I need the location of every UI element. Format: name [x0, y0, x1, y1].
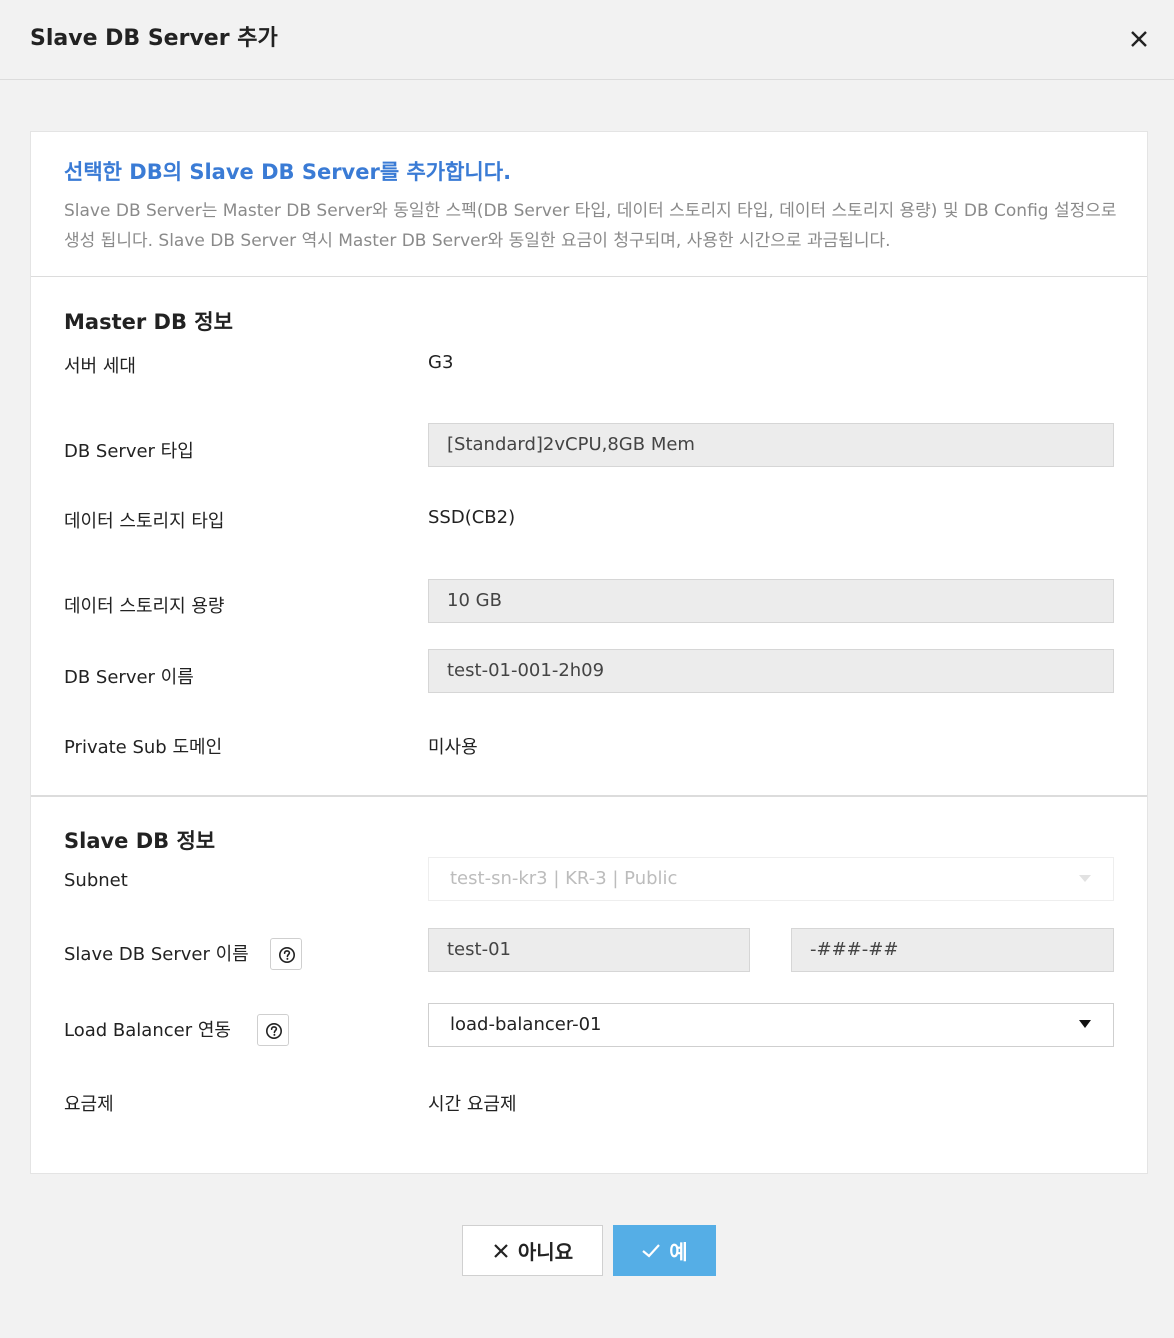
dialog-header: Slave DB Server 추가	[0, 0, 1174, 80]
storage-size-label: 데이터 스토리지 용량	[64, 596, 225, 617]
lb-help-button[interactable]	[257, 1014, 289, 1046]
check-icon	[642, 1243, 661, 1258]
slave-name-label: Slave DB Server 이름	[64, 944, 249, 965]
slave-name-prefix-field: test-01	[428, 928, 750, 972]
chevron-down-icon	[1079, 875, 1091, 882]
master-section-title: Master DB 정보	[64, 310, 233, 334]
subnet-select-value: test-sn-kr3 | KR-3 | Public	[450, 868, 678, 889]
intro-title: 선택한 DB의 Slave DB Server를 추가합니다.	[64, 160, 512, 184]
storage-type-value: SSD(CB2)	[428, 507, 516, 528]
section-divider	[31, 795, 1147, 797]
lb-select-value: load-balancer-01	[450, 1014, 602, 1035]
close-icon	[1131, 31, 1147, 47]
slave-name-suffix-field: -###-##	[791, 928, 1114, 972]
storage-type-label: 데이터 스토리지 타입	[64, 511, 225, 532]
pricing-value: 시간 요금제	[428, 1094, 517, 1115]
pricing-label: 요금제	[64, 1094, 114, 1115]
server-name-field: test-01-001-2h09	[428, 649, 1114, 693]
server-type-label: DB Server 타입	[64, 441, 194, 462]
close-icon	[494, 1243, 508, 1258]
help-icon	[279, 947, 295, 963]
cancel-button-label: 아니요	[517, 1240, 574, 1264]
slave-section-title: Slave DB 정보	[64, 829, 216, 853]
close-button[interactable]	[1124, 24, 1154, 54]
private-domain-label: Private Sub 도메인	[64, 737, 223, 758]
chevron-down-icon	[1079, 1020, 1091, 1028]
confirm-button[interactable]: 예	[613, 1225, 716, 1276]
server-gen-value: G3	[428, 352, 454, 373]
subnet-label: Subnet	[64, 870, 128, 891]
server-name-label: DB Server 이름	[64, 667, 194, 688]
storage-size-field: 10 GB	[428, 579, 1114, 623]
server-gen-label: 서버 세대	[64, 356, 136, 377]
subnet-select[interactable]: test-sn-kr3 | KR-3 | Public	[428, 857, 1114, 901]
dialog-content-card: 선택한 DB의 Slave DB Server를 추가합니다. Slave DB…	[30, 131, 1148, 1174]
dialog-title: Slave DB Server 추가	[30, 26, 278, 51]
private-domain-value: 미사용	[428, 737, 478, 758]
lb-label: Load Balancer 연동	[64, 1020, 231, 1041]
server-type-field: [Standard]2vCPU,8GB Mem	[428, 423, 1114, 467]
cancel-button[interactable]: 아니요	[462, 1225, 603, 1276]
lb-select[interactable]: load-balancer-01	[428, 1003, 1114, 1047]
help-icon	[266, 1023, 282, 1039]
slave-name-help-button[interactable]	[270, 938, 302, 970]
confirm-button-label: 예	[669, 1240, 688, 1264]
intro-section: 선택한 DB의 Slave DB Server를 추가합니다. Slave DB…	[31, 132, 1147, 277]
intro-description: Slave DB Server는 Master DB Server와 동일한 스…	[64, 201, 1117, 251]
